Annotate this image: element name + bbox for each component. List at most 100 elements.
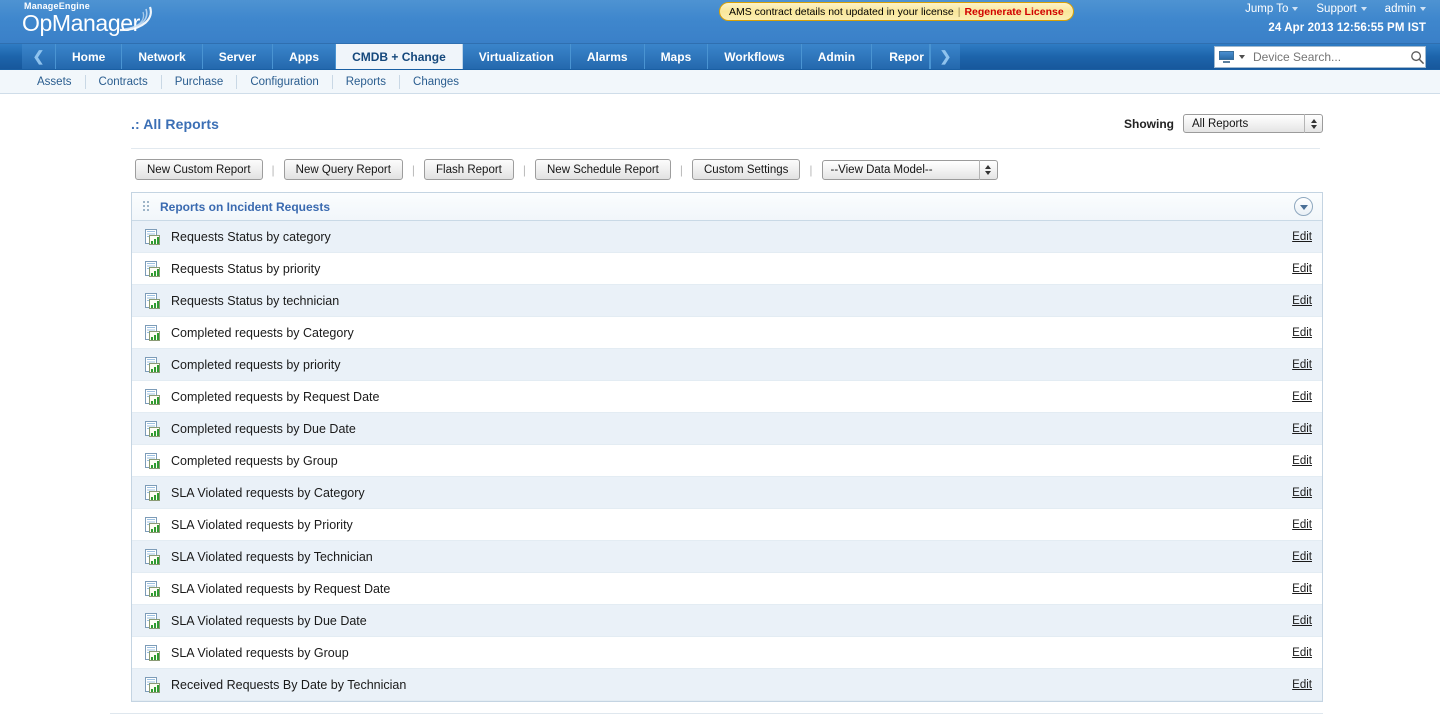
subnav-item-contracts[interactable]: Contracts xyxy=(86,74,162,89)
report-list-item[interactable]: Completed requests by Due Date Edit xyxy=(132,413,1322,445)
report-document-icon xyxy=(144,324,160,341)
tab-alarms[interactable]: Alarms xyxy=(570,44,645,69)
edit-report-link[interactable]: Edit xyxy=(1292,231,1312,243)
toolbar-separator: | xyxy=(809,162,813,177)
report-list-item[interactable]: Requests Status by priority Edit xyxy=(132,253,1322,285)
chevron-down-icon xyxy=(1292,6,1299,11)
subnav-item-assets[interactable]: Assets xyxy=(24,74,86,89)
reports-panel-title: Reports on Incident Requests xyxy=(160,199,331,214)
edit-report-link[interactable]: Edit xyxy=(1292,615,1312,627)
edit-report-link[interactable]: Edit xyxy=(1292,647,1312,659)
jump-to-menu[interactable]: Jump To xyxy=(1245,3,1299,15)
report-name: Completed requests by priority xyxy=(171,357,341,372)
tab-admin[interactable]: Admin xyxy=(801,44,873,69)
subnav-item-purchase[interactable]: Purchase xyxy=(162,74,238,89)
edit-report-link[interactable]: Edit xyxy=(1292,679,1312,691)
report-list-item[interactable]: Completed requests by Category Edit xyxy=(132,317,1322,349)
main-navigation: ❮ Home Network Server Apps CMDB + Change… xyxy=(0,44,1440,70)
report-list-item[interactable]: Completed requests by Request Date Edit xyxy=(132,381,1322,413)
custom-settings-button[interactable]: Custom Settings xyxy=(692,159,801,180)
tab-virtualization[interactable]: Virtualization xyxy=(462,44,571,69)
report-list-item[interactable]: Completed requests by Group Edit xyxy=(132,445,1322,477)
report-name: Requests Status by priority xyxy=(171,261,321,276)
nav-scroll-left-icon[interactable]: ❮ xyxy=(22,44,56,69)
report-list-item[interactable]: Received Requests By Date by Technician E… xyxy=(132,669,1322,701)
panel-collapse-button[interactable] xyxy=(1294,197,1313,216)
spinner-arrows-icon[interactable] xyxy=(978,159,997,180)
edit-report-link[interactable]: Edit xyxy=(1292,487,1312,499)
edit-report-link[interactable]: Edit xyxy=(1292,519,1312,531)
showing-select[interactable]: All Reports xyxy=(1183,114,1323,133)
reports-panel: Reports on Incident Requests Requests St… xyxy=(131,192,1323,702)
view-data-model-select[interactable]: --View Data Model-- xyxy=(821,159,998,180)
regenerate-license-link[interactable]: Regenerate License xyxy=(964,6,1063,18)
report-list-item[interactable]: SLA Violated requests by Request Date Edi… xyxy=(132,573,1322,605)
support-menu[interactable]: Support xyxy=(1316,3,1367,15)
edit-report-link[interactable]: Edit xyxy=(1292,551,1312,563)
edit-report-link[interactable]: Edit xyxy=(1292,327,1312,339)
edit-report-link[interactable]: Edit xyxy=(1292,295,1312,307)
report-name: Requests Status by category xyxy=(171,229,331,244)
report-list-item[interactable]: SLA Violated requests by Priority Edit xyxy=(132,509,1322,541)
tab-cmdb-change[interactable]: CMDB + Change xyxy=(336,44,463,69)
search-icon[interactable] xyxy=(1410,50,1425,65)
report-name: Completed requests by Group xyxy=(171,453,338,468)
edit-report-link[interactable]: Edit xyxy=(1292,455,1312,467)
report-document-icon xyxy=(144,420,160,437)
report-list-item[interactable]: SLA Violated requests by Category Edit xyxy=(132,477,1322,509)
account-menu[interactable]: admin xyxy=(1385,3,1426,15)
toolbar-separator: | xyxy=(522,162,526,177)
logo-swoosh-icon xyxy=(119,6,152,32)
device-search-box[interactable] xyxy=(1214,46,1426,68)
new-query-report-button[interactable]: New Query Report xyxy=(283,159,403,180)
tab-network[interactable]: Network xyxy=(122,44,203,69)
search-input[interactable] xyxy=(1251,49,1410,65)
chevron-down-icon xyxy=(1420,6,1426,11)
report-list-item[interactable]: SLA Violated requests by Group Edit xyxy=(132,637,1322,669)
edit-report-link[interactable]: Edit xyxy=(1292,263,1312,275)
logo-product: OpManager xyxy=(22,6,152,35)
tab-workflows[interactable]: Workflows xyxy=(708,44,802,69)
toolbar-separator: | xyxy=(411,162,416,177)
report-name: SLA Violated requests by Technician xyxy=(171,549,373,564)
nav-scroll-right-icon[interactable]: ❯ xyxy=(930,44,961,69)
tab-apps[interactable]: Apps xyxy=(273,44,337,69)
report-document-icon xyxy=(144,260,160,277)
report-name: SLA Violated requests by Due Date xyxy=(171,613,367,628)
chevron-down-icon xyxy=(1360,6,1367,11)
report-list-item[interactable]: Requests Status by technician Edit xyxy=(132,285,1322,317)
toolbar-separator: | xyxy=(271,162,275,177)
subnav-item-changes[interactable]: Changes xyxy=(400,75,472,89)
flash-report-button[interactable]: Flash Report xyxy=(424,159,514,180)
report-name: Completed requests by Category xyxy=(171,325,354,340)
monitor-icon[interactable] xyxy=(1219,51,1235,63)
edit-report-link[interactable]: Edit xyxy=(1292,423,1312,435)
toolbar-separator: | xyxy=(679,162,683,177)
module-subnavigation: Assets Contracts Purchase Configuration … xyxy=(0,70,1440,94)
chevron-down-icon xyxy=(1299,204,1308,210)
tab-reports[interactable]: Repor xyxy=(872,44,931,69)
new-custom-report-button[interactable]: New Custom Report xyxy=(135,159,263,180)
tab-server[interactable]: Server xyxy=(202,44,274,69)
report-name: SLA Violated requests by Category xyxy=(171,485,365,500)
tab-maps[interactable]: Maps xyxy=(644,44,709,69)
edit-report-link[interactable]: Edit xyxy=(1292,359,1312,371)
report-list-item[interactable]: Requests Status by category Edit xyxy=(132,221,1322,253)
subnav-item-reports[interactable]: Reports xyxy=(333,74,401,89)
spinner-arrows-icon[interactable] xyxy=(1304,114,1322,133)
new-schedule-report-button[interactable]: New Schedule Report xyxy=(535,159,671,180)
subnav-item-configuration[interactable]: Configuration xyxy=(237,74,333,89)
app-logo: ManageEngine OpManager xyxy=(22,2,152,35)
edit-report-link[interactable]: Edit xyxy=(1292,583,1312,595)
report-list-item[interactable]: Completed requests by priority Edit xyxy=(132,349,1322,381)
report-list-item[interactable]: SLA Violated requests by Technician Edit xyxy=(132,541,1322,573)
tab-home[interactable]: Home xyxy=(56,44,123,69)
report-name: SLA Violated requests by Group xyxy=(171,645,349,660)
panel-bottom-divider xyxy=(110,713,1323,714)
edit-report-link[interactable]: Edit xyxy=(1292,391,1312,403)
drag-grip-icon[interactable] xyxy=(143,201,152,212)
report-list-item[interactable]: SLA Violated requests by Due Date Edit xyxy=(132,605,1322,637)
report-document-icon xyxy=(144,292,160,309)
page-content: .: All Reports Showing All Reports New C… xyxy=(0,94,1440,727)
chevron-down-icon[interactable] xyxy=(1239,55,1245,59)
